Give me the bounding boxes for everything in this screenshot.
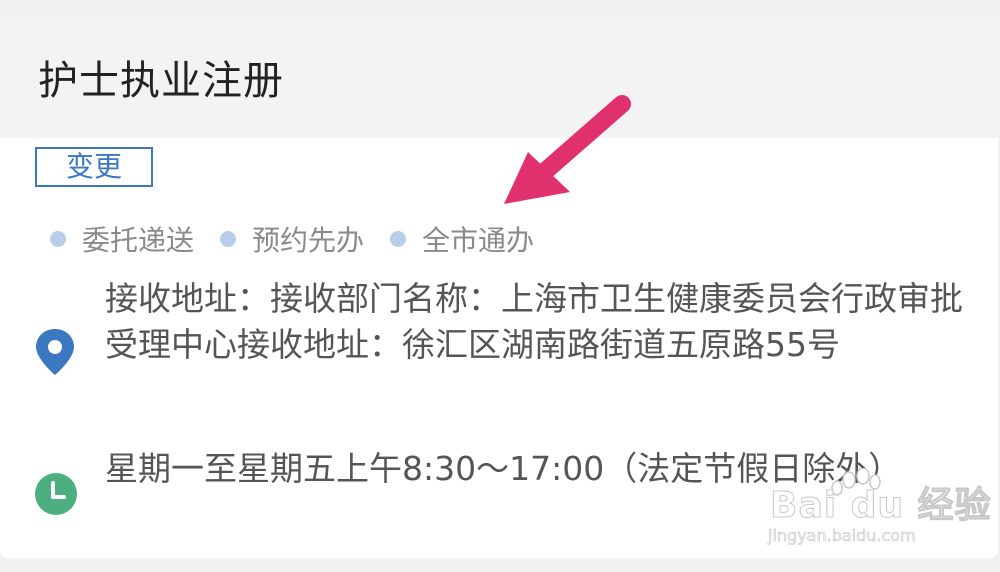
- tag-label: 预约先办: [252, 224, 365, 257]
- service-tags: 委托递送 预约先办 全市通办: [50, 219, 560, 259]
- tag-dot-icon: [50, 231, 66, 247]
- watermark-brand: Bai du 经验: [770, 485, 992, 527]
- clock-icon: [35, 473, 77, 515]
- location-pin-icon: [36, 329, 74, 375]
- tag-delegated-delivery: 委托递送: [50, 219, 194, 259]
- page-title: 护士执业注册: [38, 58, 284, 104]
- tag-label: 全市通办: [422, 224, 535, 257]
- tag-label: 委托递送: [82, 224, 195, 257]
- address-text: 接收地址：接收部门名称：上海市卫生健康委员会行政审批受理中心接收地址：徐汇区湖南…: [105, 279, 963, 364]
- tag-dot-icon: [390, 231, 407, 247]
- tag-citywide: 全市通办: [390, 219, 534, 259]
- change-button[interactable]: 变更: [35, 147, 153, 187]
- watermark-url: jingyan.baidu.com: [768, 526, 916, 546]
- tag-dot-icon: [220, 231, 237, 247]
- tag-appointment-first: 预约先办: [220, 219, 364, 259]
- pointer-arrow-icon: [504, 95, 631, 204]
